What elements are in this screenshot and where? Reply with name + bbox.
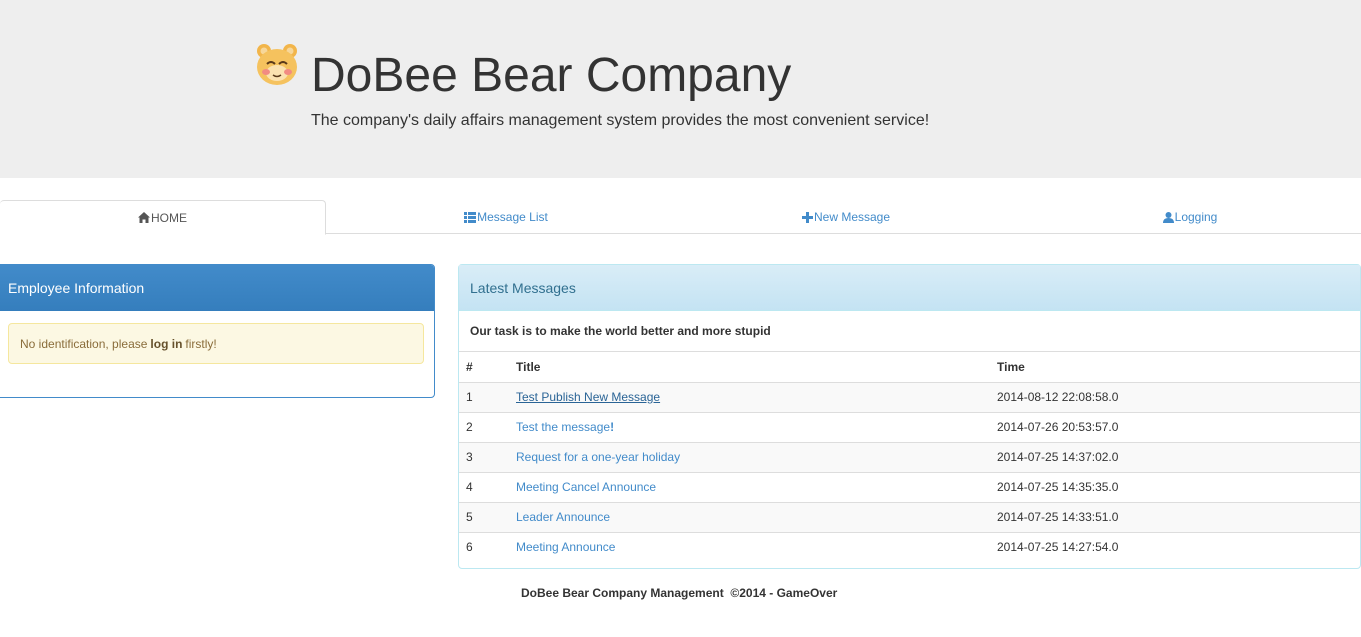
tab-message-list[interactable]: Message List <box>336 200 676 234</box>
column-header-title: Title <box>509 352 990 383</box>
column-header-number: # <box>459 352 509 383</box>
row-number: 5 <box>459 501 509 532</box>
message-title-link[interactable]: Test Publish New Message <box>516 390 660 404</box>
row-number: 3 <box>459 441 509 472</box>
tab-home[interactable]: HOME <box>0 200 326 235</box>
table-row: 5 Leader Announce 2014-07-25 14:33:51.0 <box>459 501 1360 532</box>
alert-suffix-text: firstly! <box>185 336 217 351</box>
bear-logo-icon <box>257 44 297 85</box>
messages-table: # Title Time 1 Test Publish New Message … <box>459 352 1360 562</box>
row-number: 1 <box>459 381 509 412</box>
tab-new-message-label: New Message <box>813 210 891 224</box>
row-title-cell: Test the message! <box>509 411 990 442</box>
employee-info-panel: Employee Information No identification, … <box>0 264 435 398</box>
message-title-link[interactable]: Test the message <box>516 420 610 434</box>
row-title-cell: Test Publish New Message <box>509 381 990 412</box>
row-number: 2 <box>459 411 509 442</box>
row-time: 2014-07-25 14:37:02.0 <box>990 441 1360 472</box>
table-header-row: # Title Time <box>459 352 1360 383</box>
message-title-link[interactable]: Leader Announce <box>516 510 610 524</box>
row-title-cell: Request for a one-year holiday <box>509 441 990 472</box>
row-title-cell: Meeting Announce <box>509 531 990 562</box>
row-number: 6 <box>459 531 509 562</box>
tab-logging-label: Logging <box>1174 210 1218 224</box>
message-title-suffix: ! <box>610 420 615 434</box>
latest-messages-heading: Latest Messages <box>459 265 1360 311</box>
message-title-link[interactable]: Request for a one-year holiday <box>516 450 680 464</box>
messages-intro: Our task is to make the world better and… <box>459 311 1360 352</box>
row-title-cell: Meeting Cancel Announce <box>509 471 990 502</box>
row-time: 2014-07-25 14:27:54.0 <box>990 531 1360 562</box>
nav-tabs: HOME Message List New Message Logging <box>0 200 1361 235</box>
row-title-cell: Leader Announce <box>509 501 990 532</box>
table-row: 1 Test Publish New Message 2014-08-12 22… <box>459 381 1360 412</box>
header-jumbotron: DoBee Bear Company The company's daily a… <box>0 0 1361 178</box>
row-time: 2014-07-26 20:53:57.0 <box>990 411 1360 442</box>
site-title: DoBee Bear Company <box>311 49 792 102</box>
alert-prefix-text: No identification, please <box>20 336 148 351</box>
row-number: 4 <box>459 471 509 502</box>
table-row: 4 Meeting Cancel Announce 2014-07-25 14:… <box>459 471 1360 502</box>
user-icon <box>1162 211 1174 223</box>
latest-messages-panel: Latest Messages Our task is to make the … <box>458 264 1361 569</box>
table-row: 6 Meeting Announce 2014-07-25 14:27:54.0 <box>459 531 1360 562</box>
message-title-link[interactable]: Meeting Cancel Announce <box>516 480 656 494</box>
row-time: 2014-08-12 22:08:58.0 <box>990 381 1360 412</box>
employee-info-heading: Employee Information <box>0 265 434 311</box>
plus-icon <box>801 211 813 223</box>
tab-logging[interactable]: Logging <box>1020 200 1360 234</box>
message-title-link[interactable]: Meeting Announce <box>516 540 615 554</box>
tab-message-list-label: Message List <box>477 210 548 224</box>
footer-text: DoBee Bear Company Management ©2014 - Ga… <box>521 586 838 600</box>
row-time: 2014-07-25 14:35:35.0 <box>990 471 1360 502</box>
column-header-time: Time <box>990 352 1360 383</box>
row-time: 2014-07-25 14:33:51.0 <box>990 501 1360 532</box>
site-subtitle: The company's daily affairs management s… <box>311 112 930 129</box>
login-link[interactable]: log in <box>150 337 182 351</box>
table-row: 2 Test the message! 2014-07-26 20:53:57.… <box>459 411 1360 442</box>
home-icon <box>138 212 150 223</box>
table-row: 3 Request for a one-year holiday 2014-07… <box>459 441 1360 472</box>
tab-new-message[interactable]: New Message <box>676 200 1016 234</box>
tab-home-label: HOME <box>151 210 187 225</box>
list-icon <box>464 211 477 223</box>
login-warning-alert: No identification, please log in firstly… <box>8 323 424 364</box>
